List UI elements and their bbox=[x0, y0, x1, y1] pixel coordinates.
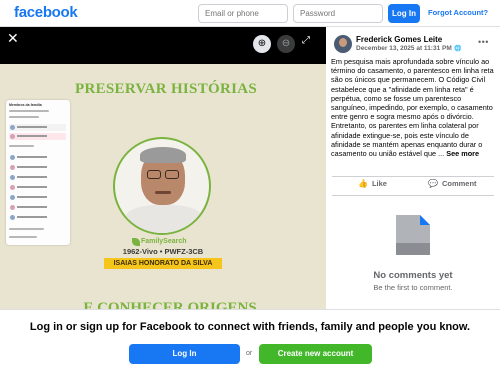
like-label: Like bbox=[371, 179, 387, 188]
panel-row bbox=[9, 214, 66, 221]
panel-line bbox=[9, 228, 44, 230]
panel-bar bbox=[17, 156, 47, 158]
panel-bar bbox=[17, 206, 47, 208]
panel-row bbox=[9, 124, 66, 131]
see-more-link[interactable]: See more bbox=[446, 149, 479, 158]
fullscreen-icon[interactable]: ⤢ bbox=[302, 35, 310, 46]
globe-icon: 🌐 bbox=[454, 46, 462, 52]
zoom-out-icon[interactable]: ⊖ bbox=[277, 35, 295, 53]
divider bbox=[332, 176, 494, 177]
comment-button[interactable]: 💬 Comment bbox=[428, 179, 477, 188]
person-dot bbox=[10, 125, 15, 130]
photo-viewer: ✕ ⊕ ⊖ ⤢ PRESERVAR HISTÓRIAS Membros da f… bbox=[0, 27, 326, 309]
familysearch-leaf-icon bbox=[132, 238, 140, 246]
portrait-circle bbox=[113, 137, 211, 235]
panel-row bbox=[9, 154, 66, 161]
post-body: Em pesquisa mais aprofundada sobre víncu… bbox=[331, 57, 494, 159]
be-first-text: Be the first to comment. bbox=[373, 283, 453, 292]
person-dot bbox=[10, 175, 15, 180]
person-dot bbox=[10, 185, 15, 190]
email-field[interactable] bbox=[198, 4, 288, 23]
panel-bar bbox=[17, 216, 47, 218]
familysearch-logo: FamilySearch bbox=[141, 238, 187, 245]
post-panel: Frederick Gomes Leite December 13, 2025 … bbox=[326, 27, 500, 309]
person-dates: 1962-Vivo • PWFZ-3CB bbox=[122, 247, 204, 256]
person-dot bbox=[10, 195, 15, 200]
panel-row bbox=[9, 184, 66, 191]
divider bbox=[332, 195, 494, 196]
login-button-top[interactable]: Log In bbox=[388, 4, 420, 23]
password-field[interactable] bbox=[293, 4, 383, 23]
panel-bar bbox=[17, 186, 47, 188]
facebook-logo[interactable]: facebook bbox=[14, 4, 78, 21]
zoom-in-icon[interactable]: ⊕ bbox=[253, 35, 271, 53]
panel-row bbox=[9, 164, 66, 171]
top-bar: facebook Log In Forgot Account? bbox=[0, 0, 500, 27]
comment-label: Comment bbox=[441, 179, 477, 188]
panel-bar bbox=[17, 196, 47, 198]
person-dot bbox=[10, 155, 15, 160]
panel-title: Membros da família bbox=[9, 103, 42, 107]
portrait-hair bbox=[140, 147, 186, 163]
forgot-account-link[interactable]: Forgot Account? bbox=[428, 8, 488, 17]
document-icon bbox=[396, 215, 430, 255]
avatar[interactable] bbox=[334, 35, 352, 53]
panel-bar bbox=[17, 135, 47, 137]
panel-line bbox=[9, 116, 39, 118]
signup-cta-text: Log in or sign up for Facebook to connec… bbox=[29, 321, 471, 333]
signup-banner: Log in or sign up for Facebook to connec… bbox=[0, 309, 500, 375]
family-members-panel: Membros da família bbox=[6, 100, 70, 245]
panel-line bbox=[9, 236, 37, 238]
create-account-button[interactable]: Create new account bbox=[259, 344, 372, 364]
panel-row bbox=[9, 194, 66, 201]
panel-bar bbox=[17, 126, 47, 128]
login-button[interactable]: Log In bbox=[129, 344, 240, 364]
photo-bottom-text: E CONHECER ORIGENS bbox=[83, 300, 257, 309]
post-date[interactable]: December 13, 2025 at 11:31 PM bbox=[356, 45, 452, 52]
panel-row bbox=[9, 174, 66, 181]
avatar-face bbox=[339, 38, 347, 47]
post-author[interactable]: Frederick Gomes Leite bbox=[356, 35, 442, 44]
portrait-shirt bbox=[123, 205, 205, 233]
panel-bar bbox=[17, 166, 47, 168]
person-dot bbox=[10, 165, 15, 170]
glasses-icon bbox=[147, 170, 161, 179]
person-dot bbox=[10, 134, 15, 139]
post-photo: PRESERVAR HISTÓRIAS Membros da família F… bbox=[0, 64, 326, 309]
photo-title: PRESERVAR HISTÓRIAS bbox=[74, 81, 258, 97]
portrait-mouth bbox=[155, 191, 171, 194]
no-comments-heading: No comments yet bbox=[373, 270, 453, 281]
close-icon[interactable]: ✕ bbox=[7, 30, 19, 46]
panel-line bbox=[9, 110, 49, 112]
post-text: Em pesquisa mais aprofundada sobre víncu… bbox=[331, 57, 495, 158]
person-dot bbox=[10, 215, 15, 220]
panel-bar bbox=[17, 176, 47, 178]
person-name-banner: ISAIAS HONORATO DA SILVA bbox=[104, 258, 222, 269]
glasses-icon bbox=[165, 170, 179, 179]
panel-row bbox=[9, 133, 66, 140]
comment-icon: 💬 bbox=[428, 179, 438, 188]
like-icon: 👍 bbox=[358, 179, 368, 188]
more-options-icon[interactable]: ••• bbox=[478, 37, 489, 47]
panel-row bbox=[9, 204, 66, 211]
or-separator: or bbox=[246, 350, 253, 357]
person-dot bbox=[10, 205, 15, 210]
like-button[interactable]: 👍 Like bbox=[358, 179, 387, 188]
panel-line bbox=[9, 145, 34, 147]
